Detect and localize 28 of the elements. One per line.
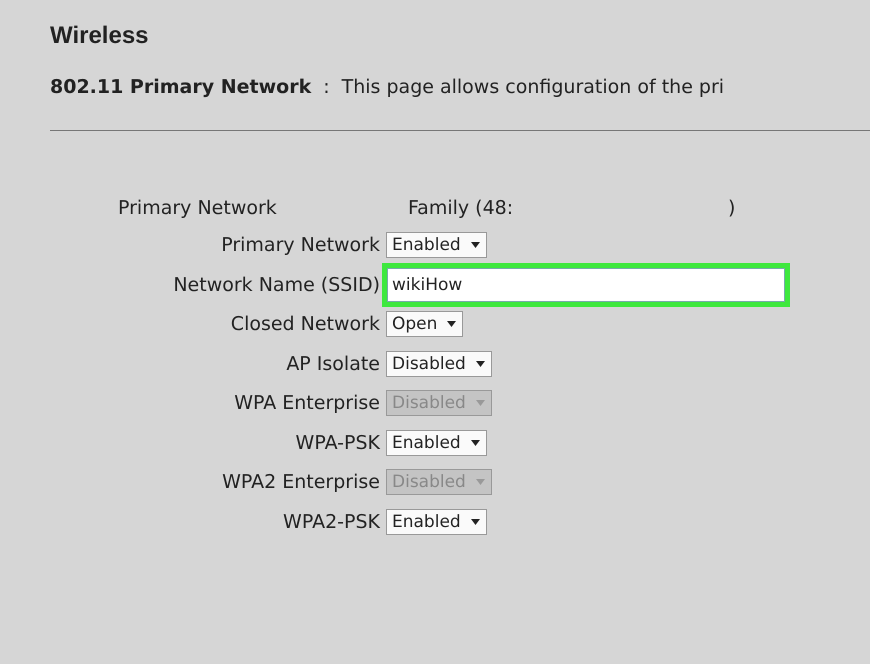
dropdown[interactable]: Enabled — [386, 430, 487, 456]
caret-icon — [476, 360, 485, 368]
field-label: Primary Network — [220, 234, 380, 256]
input-field[interactable]: wikiHow — [387, 268, 785, 302]
page-title: Wireless — [50, 22, 150, 50]
dropdown[interactable]: Enabled — [386, 232, 487, 258]
dropdown[interactable]: Open — [386, 311, 464, 337]
field-label: Network Name (SSID) — [172, 274, 380, 296]
caret-icon — [476, 399, 485, 407]
caret-icon — [470, 241, 480, 249]
caret-icon — [476, 478, 485, 486]
separator: : — [323, 76, 330, 98]
field-label: AP Isolate — [285, 352, 380, 374]
description: This page allows configuration of the pri — [342, 76, 724, 98]
network-label: Primary Network — [118, 197, 278, 219]
section-title: 802.11 Primary Network — [50, 76, 312, 98]
caret-icon — [470, 518, 480, 526]
dropdown[interactable]: Enabled — [386, 508, 487, 534]
network-value: ) — [728, 197, 736, 219]
network-value: Family (48: — [408, 197, 514, 219]
caret-icon — [470, 438, 480, 446]
dropdown[interactable]: Disabled — [386, 350, 492, 376]
field-label: WPA-PSK — [294, 432, 380, 454]
field-label: Closed Network — [230, 313, 380, 335]
field-label: WPA2-PSK — [282, 510, 380, 532]
field-label: WPA2 Enterprise — [221, 471, 380, 493]
field-label: WPA Enterprise — [233, 392, 380, 414]
caret-icon — [447, 320, 456, 328]
